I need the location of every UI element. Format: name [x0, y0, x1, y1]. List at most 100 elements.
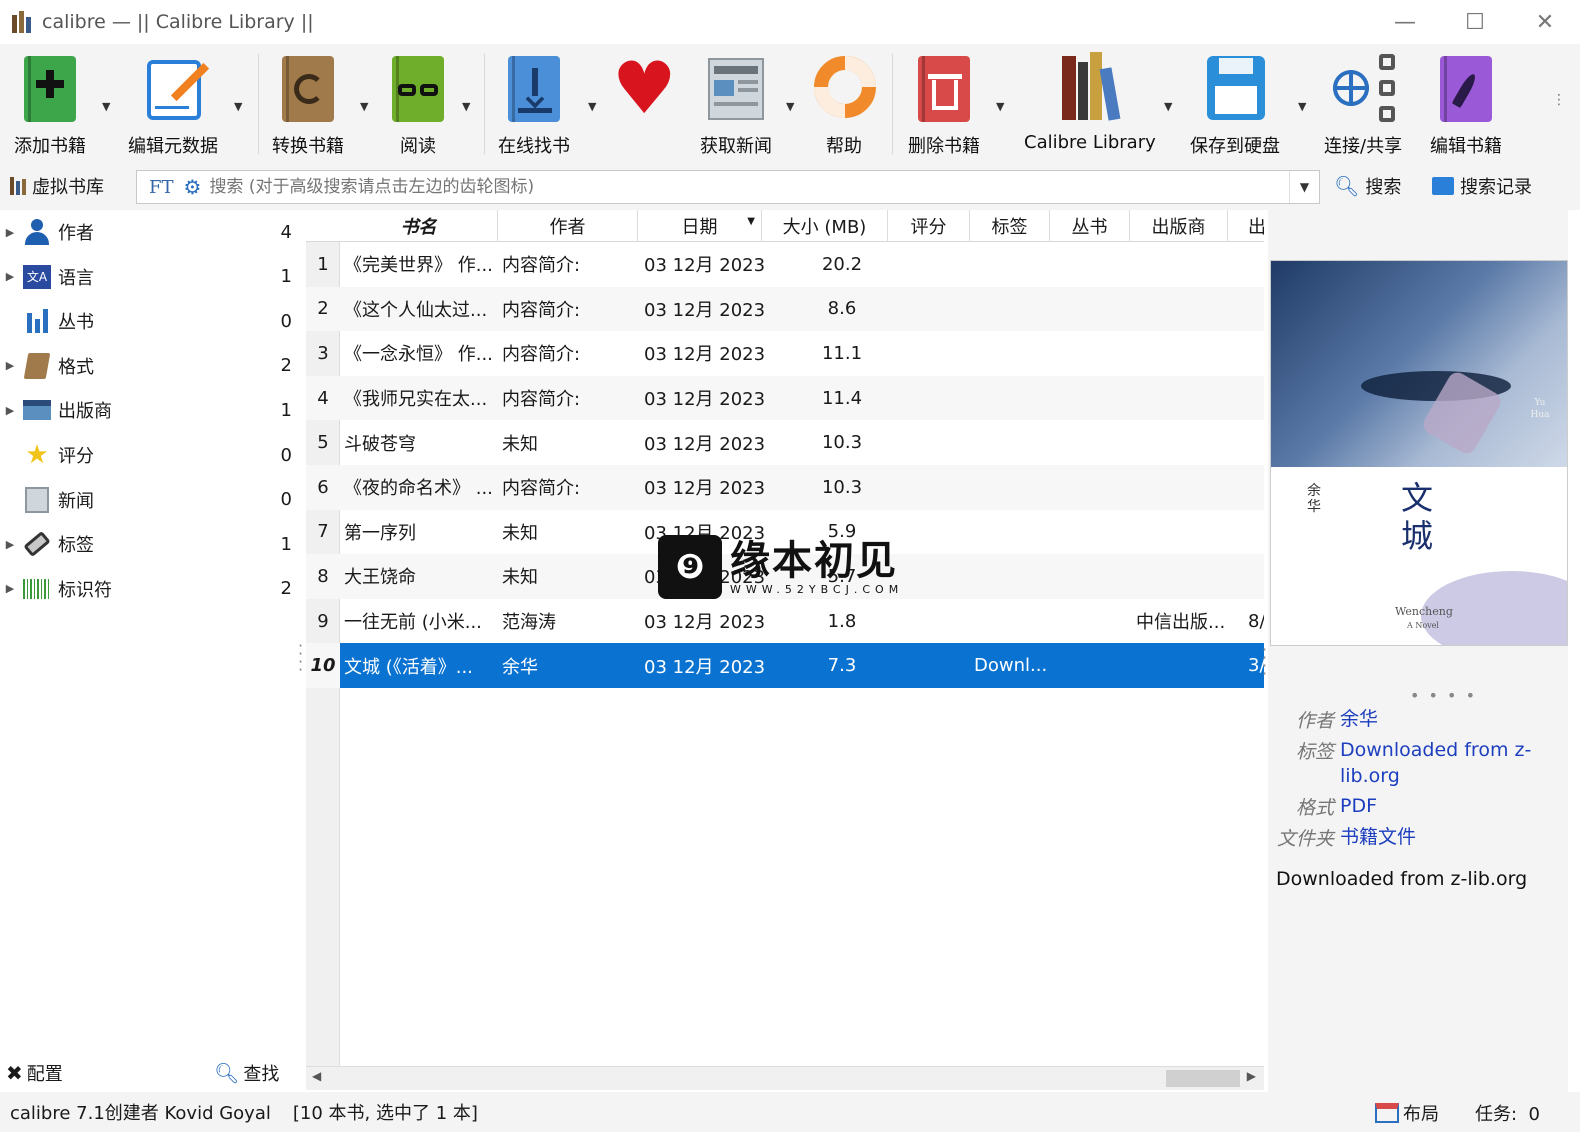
configure-button[interactable]: ✖ 配置	[6, 1060, 63, 1086]
minimize-button[interactable]: —	[1370, 0, 1440, 44]
book-comments: Downloaded from z-lib.org	[1276, 868, 1528, 890]
tag-browser-item-series[interactable]: 丛书 0	[0, 299, 300, 343]
scroll-left-icon[interactable]: ◀	[312, 1069, 321, 1083]
gear-icon[interactable]: ⚙	[184, 175, 202, 199]
remove-book-button[interactable]: 删除书籍	[908, 50, 980, 158]
column-header-tags[interactable]: 标签	[970, 210, 1050, 242]
virtual-library-button[interactable]: 虚拟书库	[10, 173, 104, 199]
connect-share-button[interactable]: 连接/共享	[1324, 50, 1402, 158]
convert-book-dropdown-icon[interactable]: ▼	[360, 100, 368, 113]
fetch-news-button[interactable]: 获取新闻	[700, 50, 772, 158]
expand-arrow-icon[interactable]: ▶	[0, 404, 20, 417]
table-row[interactable]: 10 文城 (《活着》... 余华 03 12月 2023 7.3 Downl... 3/	[306, 643, 1264, 688]
column-header-title[interactable]: 书名	[340, 210, 498, 242]
cell-publisher	[1136, 242, 1228, 287]
close-button[interactable]: ✕	[1510, 0, 1580, 44]
help-button[interactable]: 帮助	[801, 43, 889, 158]
book-details-panel: Yu Hua 文城 余华 Wencheng A Novel • • • • 作者余…	[1268, 210, 1568, 1092]
tag-browser-item-rating[interactable]: ★ 评分 0	[0, 433, 300, 477]
tag-browser-item-publishers[interactable]: ▶ 出版商 1	[0, 388, 300, 432]
column-header-series[interactable]: 丛书	[1050, 210, 1130, 242]
jobs-indicator[interactable]: 任务: 0	[1475, 1100, 1540, 1126]
details-splitter-handle[interactable]: • • • •	[1410, 688, 1477, 704]
cell-title: 《夜的命名术》 ...	[344, 478, 493, 500]
table-row[interactable]: 9 一往无前 (小米... 范海涛 03 12月 2023 1.8 中信出版... 8/	[306, 599, 1264, 644]
remove-book-dropdown-icon[interactable]: ▼	[996, 100, 1004, 113]
status-version: calibre 7.1创建者 Kovid Goyal	[10, 1103, 271, 1124]
left-splitter-handle[interactable]: · · · ·	[298, 638, 303, 678]
tag-browser-item-tags[interactable]: ▶ 标签 1	[0, 522, 300, 566]
cell-title: 一往无前 (小米...	[344, 612, 482, 634]
tag-browser-item-news[interactable]: 新闻 0	[0, 478, 300, 522]
library-dropdown-icon[interactable]: ▼	[1164, 100, 1172, 113]
search-button[interactable]: 🔍︎ 搜索	[1334, 173, 1401, 199]
convert-book-icon	[272, 50, 344, 128]
author-link[interactable]: 余华	[1340, 706, 1378, 733]
column-header-publisher[interactable]: 出版商	[1130, 210, 1228, 242]
find-button[interactable]: 🔍︎ 查找	[214, 1060, 279, 1086]
expand-arrow-icon[interactable]: ▶	[0, 359, 20, 372]
status-book-count: [10 本书, 选中了 1 本]	[292, 1103, 478, 1124]
right-splitter-handle[interactable]: · · · ·	[1262, 642, 1267, 682]
table-row[interactable]: 3 《一念永恒》 作... 内容简介: 03 12月 2023 11.1	[306, 331, 1264, 376]
watermark-logo-icon: ❾	[658, 535, 722, 599]
edit-metadata-dropdown-icon[interactable]: ▼	[234, 100, 242, 113]
add-book-icon	[14, 50, 86, 128]
book-list-header: 书名 作者 日期 ▼ 大小 (MB) 评分 标签 丛书 出版商 出	[306, 210, 1264, 242]
column-header-rating[interactable]: 评分	[888, 210, 970, 242]
horizontal-scrollbar[interactable]: ◀ ▶	[306, 1066, 1264, 1090]
get-books-dropdown-icon[interactable]: ▼	[588, 100, 596, 113]
read-book-button[interactable]: 阅读	[382, 50, 454, 158]
cell-title: 《这个人仙太过...	[344, 299, 488, 321]
get-books-button[interactable]: 在线找书	[498, 50, 570, 158]
folder-link[interactable]: 书籍文件	[1340, 824, 1416, 851]
layout-button[interactable]: 布局	[1375, 1100, 1439, 1126]
column-header-date[interactable]: 日期 ▼	[638, 210, 762, 242]
library-button[interactable]: Calibre Library	[1024, 50, 1156, 153]
cell-extra	[1248, 287, 1264, 332]
detail-author: 作者 余华	[1295, 706, 1379, 733]
table-row[interactable]: 2 《这个人仙太过... 内容简介: 03 12月 2023 8.6	[306, 286, 1264, 332]
search-input[interactable]	[209, 177, 1289, 197]
expand-arrow-icon[interactable]: ▶	[0, 582, 20, 595]
star-icon: ★	[25, 440, 49, 470]
row-number: 3	[317, 342, 329, 364]
format-link[interactable]: PDF	[1340, 793, 1377, 820]
tag-browser-item-identifiers[interactable]: ▶ 标识符 2	[0, 567, 300, 611]
tag-browser-item-authors[interactable]: ▶ 作者 4	[0, 210, 300, 254]
tag-link[interactable]: Downloaded from z-lib.org	[1340, 737, 1540, 789]
fetch-news-dropdown-icon[interactable]: ▼	[786, 100, 794, 113]
cell-tags	[974, 465, 1054, 510]
save-to-disk-button[interactable]: 保存到硬盘	[1190, 50, 1280, 158]
table-row[interactable]: 1 《完美世界》 作... 内容简介: 03 12月 2023 20.2	[306, 242, 1264, 287]
column-header-published[interactable]: 出	[1228, 210, 1264, 242]
cell-date: 03 12月 2023	[644, 433, 764, 455]
read-book-dropdown-icon[interactable]: ▼	[462, 100, 470, 113]
search-box[interactable]: FT ⚙ ▼	[136, 170, 1320, 204]
column-header-author[interactable]: 作者	[498, 210, 638, 242]
table-row[interactable]: 6 《夜的命名术》 ... 内容简介: 03 12月 2023 10.3	[306, 465, 1264, 510]
maximize-button[interactable]: ☐	[1440, 0, 1510, 44]
edit-book-button[interactable]: 编辑书籍	[1430, 50, 1502, 158]
table-row[interactable]: 4 《我师兄实在太... 内容简介: 03 12月 2023 11.4	[306, 375, 1264, 421]
expand-arrow-icon[interactable]: ▶	[0, 270, 20, 283]
save-to-disk-dropdown-icon[interactable]: ▼	[1298, 100, 1306, 113]
add-book-dropdown-icon[interactable]: ▼	[102, 100, 110, 113]
toolbar-overflow-icon[interactable]: ⋮	[1552, 92, 1566, 108]
expand-arrow-icon[interactable]: ▶	[0, 226, 20, 239]
search-history-dropdown-icon[interactable]: ▼	[1289, 171, 1319, 203]
expand-arrow-icon[interactable]: ▶	[0, 538, 20, 551]
tag-browser-item-formats[interactable]: ▶ 格式 2	[0, 344, 300, 388]
scroll-right-icon[interactable]: ▶	[1247, 1069, 1256, 1083]
convert-book-button[interactable]: 转换书籍	[272, 50, 344, 158]
table-row[interactable]: 5 斗破苍穹 未知 03 12月 2023 10.3	[306, 420, 1264, 465]
edit-metadata-button[interactable]: 编辑元数据	[128, 50, 218, 158]
book-cover[interactable]: Yu Hua 文城 余华 Wencheng A Novel	[1270, 260, 1568, 646]
add-book-button[interactable]: 添加书籍	[14, 50, 86, 158]
full-text-search-icon[interactable]: FT	[149, 177, 174, 198]
column-header-size[interactable]: 大小 (MB)	[762, 210, 888, 242]
donate-button[interactable]: ♥	[608, 50, 680, 132]
saved-search-button[interactable]: 搜索记录	[1432, 173, 1532, 199]
tag-browser-item-languages[interactable]: ▶ 文A 语言 1	[0, 255, 300, 299]
scrollbar-thumb[interactable]	[1166, 1070, 1240, 1087]
